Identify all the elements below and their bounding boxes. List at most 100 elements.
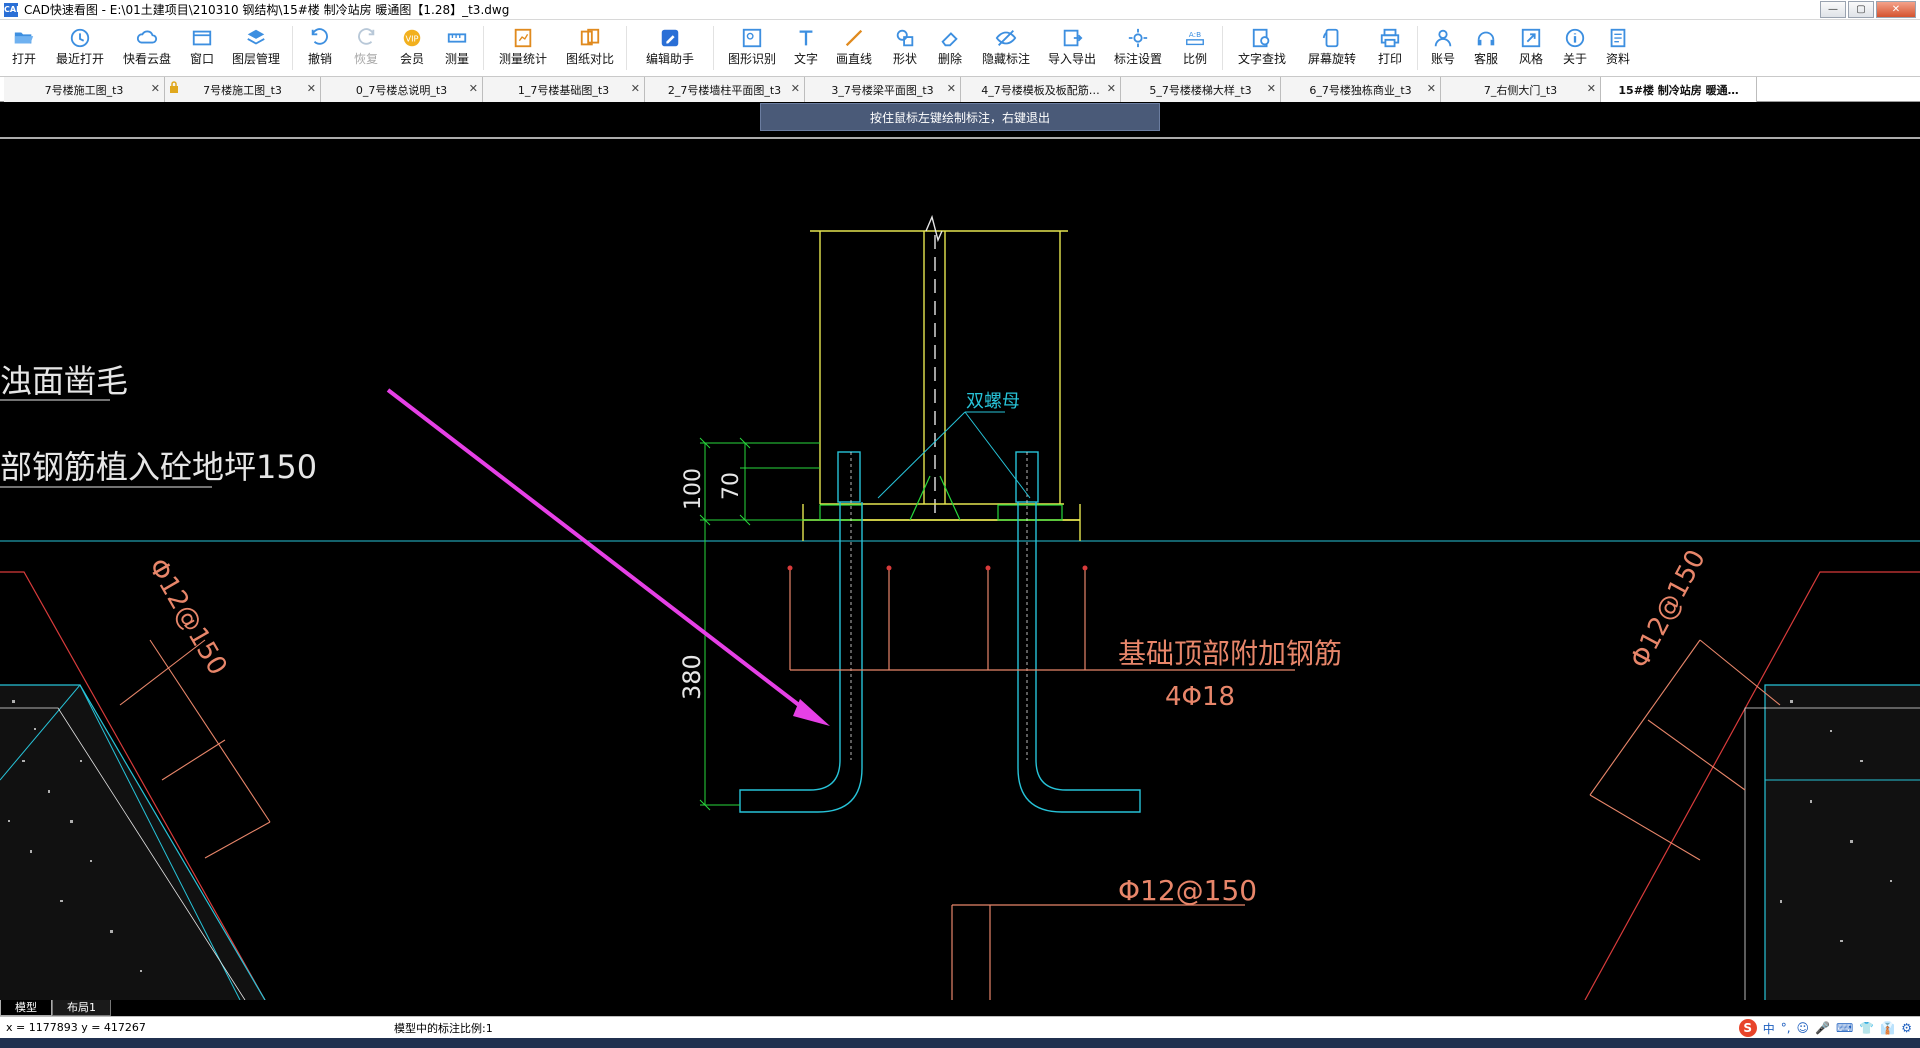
ime-tray-item[interactable]: ⚙ (1901, 1021, 1912, 1035)
toolbar-button-vip[interactable]: VIP 会员 (389, 20, 435, 76)
toolbar-separator (292, 26, 293, 70)
close-tab-icon[interactable]: ✕ (1587, 82, 1596, 95)
toolbar-button-shape-recognize[interactable]: 图形识别 (718, 20, 786, 76)
toolbar-button-label: 标注设置 (1113, 52, 1162, 66)
close-tab-icon[interactable]: ✕ (469, 82, 478, 95)
additional-rebars (789, 568, 1295, 1000)
text-icon (794, 26, 818, 50)
document-tab-label: 6_7号楼独栋商业_t3 (1309, 83, 1412, 97)
close-tab-icon[interactable]: ✕ (947, 82, 956, 95)
toolbar-button-import-export[interactable]: 导入导出 (1040, 20, 1104, 76)
ime-tray-item[interactable]: ☺ (1797, 1021, 1810, 1035)
document-tab[interactable]: 1_7号楼基础图_t3 ✕ (483, 77, 645, 102)
ime-tray-item[interactable]: 🎤 (1815, 1021, 1830, 1035)
ime-tray-item[interactable]: ⌨ (1836, 1021, 1853, 1035)
toolbar-button-text-search[interactable]: 文字查找 (1227, 20, 1297, 76)
toolbar-button-headset[interactable]: 客服 (1464, 20, 1508, 76)
toolbar-button-redo[interactable]: 恢复 (343, 20, 389, 76)
toolbar-button-account[interactable]: 账号 (1422, 20, 1464, 76)
document-tab[interactable]: 15#楼 制冷站房 暖通… (1601, 77, 1757, 102)
recent-icon (68, 26, 92, 50)
layout-tab[interactable]: 模型 (0, 1000, 52, 1016)
close-tab-icon[interactable]: ✕ (791, 82, 800, 95)
toolbar-button-line[interactable]: 画直线 (826, 20, 882, 76)
docs-icon (1606, 26, 1630, 50)
window-title: CAD快速看图 - E:\01土建项目\210310 钢结构\15#楼 制冷站房… (24, 3, 510, 17)
ime-tray-item[interactable]: 👔 (1880, 1021, 1895, 1035)
toolbar-button-label: 测量 (444, 52, 469, 66)
close-tab-icon[interactable]: ✕ (151, 82, 160, 95)
rebar-left-spec: Φ12@150 (142, 554, 233, 681)
cad-drawing: 浊面凿毛 部钢筋植入砼地坪150 双螺母 100 70 380 基础顶部附加钢筋… (0, 137, 1920, 1000)
close-tab-icon[interactable]: ✕ (1267, 82, 1276, 95)
toolbar-button-text[interactable]: 文字 (786, 20, 826, 76)
minimize-button[interactable]: — (1820, 1, 1846, 18)
toolbar-button-compare[interactable]: 图纸对比 (558, 20, 622, 76)
ruler-icon (445, 26, 469, 50)
stiffener-ribs (819, 475, 1063, 521)
toolbar-button-print[interactable]: 打印 (1367, 20, 1413, 76)
main-toolbar: 打开 最近打开 快看云盘 窗口 图层管理 撤销 恢复 VIP 会员 测量 测量统计 图纸对比 编辑助手 图… (0, 20, 1920, 76)
toolbar-button-label: 测量统计 (498, 52, 547, 66)
shape-recognize-icon (740, 26, 764, 50)
close-tab-icon[interactable]: ✕ (631, 82, 640, 95)
document-tab[interactable]: 7号楼施工图_t3 ✕ (165, 77, 321, 102)
cursor-coordinates: x = 1177893 y = 417267 (6, 1021, 146, 1034)
toolbar-button-shape[interactable]: 形状 (882, 20, 928, 76)
ime-tray-item[interactable]: 中 (1763, 1020, 1775, 1037)
toolbar-button-label: 形状 (892, 52, 917, 66)
toolbar-button-undo[interactable]: 撤销 (297, 20, 343, 76)
document-tab[interactable]: 5_7号楼楼梯大样_t3 ✕ (1121, 77, 1281, 102)
ime-tray-item[interactable]: °, (1781, 1021, 1791, 1035)
toolbar-button-label: 快看云盘 (122, 52, 171, 66)
toolbar-button-rotate-screen[interactable]: 屏幕旋转 (1297, 20, 1367, 76)
print-icon (1378, 26, 1402, 50)
document-tab[interactable]: 0_7号楼总说明_t3 ✕ (321, 77, 483, 102)
info-icon (1563, 26, 1587, 50)
close-tab-icon[interactable]: ✕ (1107, 82, 1116, 95)
toolbar-button-label: 屏幕旋转 (1307, 52, 1356, 66)
document-tabs: 7号楼施工图_t3 ✕ 7号楼施工图_t3 ✕ 0_7号楼总说明_t3 ✕ 1_7号楼基础图… (0, 76, 1920, 102)
toolbar-button-eraser[interactable]: 删除 (928, 20, 972, 76)
svg-text:VIP: VIP (405, 34, 418, 44)
measure-stats-icon (511, 26, 535, 50)
toolbar-button-folder-open[interactable]: 打开 (2, 20, 46, 76)
document-tab-label: 7_右侧大门_t3 (1483, 83, 1558, 97)
toolbar-button-docs[interactable]: 资料 (1596, 20, 1640, 76)
layout-tab[interactable]: 布局1 (52, 1000, 111, 1016)
toolbar-button-hide-eye[interactable]: 隐藏标注 (972, 20, 1040, 76)
toolbar-button-edit-assistant[interactable]: 编辑助手 (631, 20, 709, 76)
toolbar-button-info[interactable]: 关于 (1554, 20, 1596, 76)
toolbar-button-recent[interactable]: 最近打开 (46, 20, 114, 76)
annotation-arrow (386, 388, 830, 726)
edit-assistant-icon (658, 26, 682, 50)
undo-icon (308, 26, 332, 50)
toolbar-button-annotation-settings[interactable]: 标注设置 (1104, 20, 1172, 76)
drawing-canvas[interactable]: 浊面凿毛 部钢筋植入砼地坪150 双螺母 100 70 380 基础顶部附加钢筋… (0, 102, 1920, 1000)
drawing-hint-banner: 按住鼠标左键绘制标注，右键退出 (760, 103, 1160, 131)
toolbar-button-measure-stats[interactable]: 测量统计 (488, 20, 558, 76)
document-tab[interactable]: 2_7号楼墙柱平面图_t3 ✕ (645, 77, 805, 102)
toolbar-button-ruler[interactable]: 测量 (435, 20, 479, 76)
toolbar-button-style[interactable]: 风格 (1508, 20, 1554, 76)
toolbar-button-window[interactable]: 窗口 (180, 20, 224, 76)
os-taskbar (0, 1038, 1920, 1048)
document-tab[interactable]: 6_7号楼独栋商业_t3 ✕ (1281, 77, 1441, 102)
lock-icon (169, 81, 179, 93)
document-tab[interactable]: 3_7号楼梁平面图_t3 ✕ (805, 77, 961, 102)
maximize-button[interactable]: ▢ (1848, 1, 1874, 18)
ime-tray-item[interactable]: 👕 (1859, 1021, 1874, 1035)
document-tab-label: 0_7号楼总说明_t3 (355, 83, 448, 97)
document-tab[interactable]: 4_7号楼模板及板配筋… ✕ (961, 77, 1121, 102)
title-bar: CAD CAD快速看图 - E:\01土建项目\210310 钢结构\15#楼 … (0, 0, 1920, 20)
document-tab[interactable]: 7_右侧大门_t3 ✕ (1441, 77, 1601, 102)
toolbar-button-layers[interactable]: 图层管理 (224, 20, 288, 76)
toolbar-button-cloud[interactable]: 快看云盘 (114, 20, 180, 76)
close-tab-icon[interactable]: ✕ (1427, 82, 1436, 95)
close-tab-icon[interactable]: ✕ (307, 82, 316, 95)
document-tab[interactable]: 7号楼施工图_t3 ✕ (4, 77, 165, 102)
close-button[interactable]: ✕ (1876, 1, 1916, 18)
toolbar-button-scale[interactable]: A:B 比例 (1172, 20, 1218, 76)
sogou-ime-icon[interactable]: S (1738, 1019, 1757, 1037)
double-nut-leader (877, 411, 1031, 499)
